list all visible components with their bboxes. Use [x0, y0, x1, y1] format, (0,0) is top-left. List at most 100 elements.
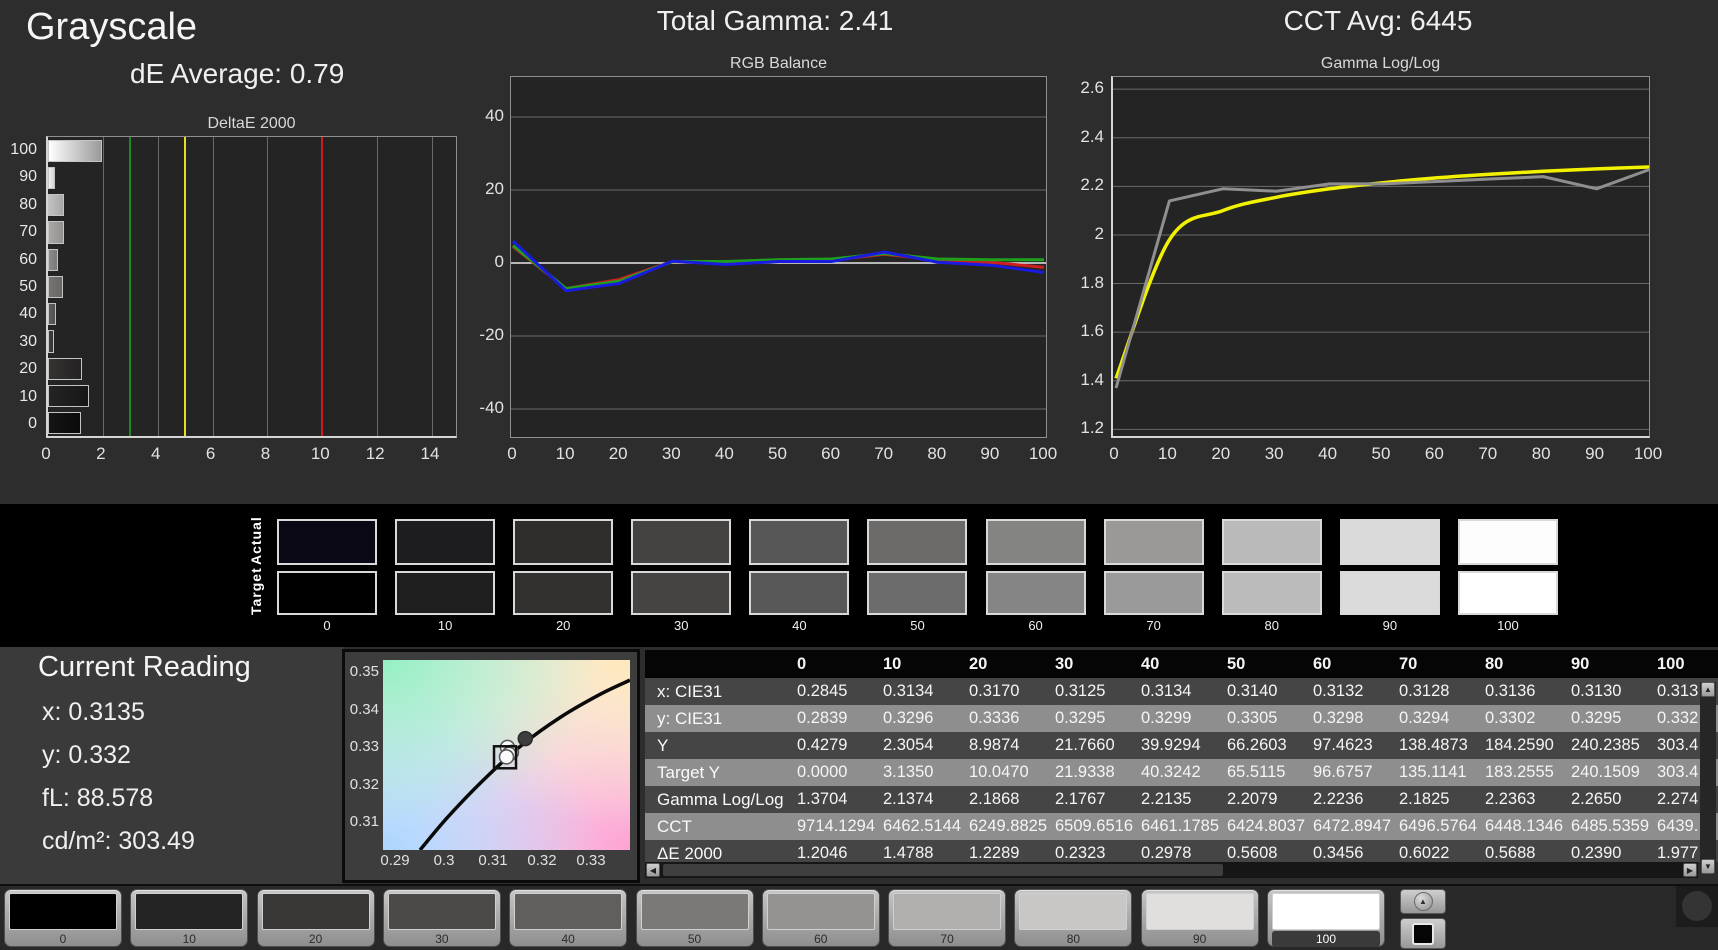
- x-tick-label: 6: [205, 444, 216, 463]
- x-tick-label: 0: [41, 444, 51, 463]
- swatch-level-label: 50: [910, 618, 925, 633]
- table-cell: 2.2650: [1571, 790, 1622, 808]
- table-cell: 0.2390: [1571, 844, 1622, 862]
- table-cell: 184.2590: [1485, 736, 1554, 754]
- pattern-button-100[interactable]: 100: [1267, 889, 1385, 947]
- table-cell: 0.3132: [1313, 682, 1364, 700]
- table-cell: 0.3170: [969, 682, 1020, 700]
- table-cell: 0.3294: [1399, 709, 1450, 727]
- x-tick-label: 90: [1585, 444, 1605, 463]
- pattern-button-60[interactable]: 60: [761, 889, 880, 947]
- target-swatch-30: [631, 571, 732, 615]
- swatch-column-0: 0: [277, 519, 377, 633]
- pattern-button-80[interactable]: 80: [1014, 889, 1133, 947]
- table-row-label: y: CIE31: [657, 709, 723, 728]
- x-tick-label: 30: [1264, 444, 1284, 463]
- table-cell: 96.6757: [1313, 763, 1373, 781]
- table-cell: 21.7660: [1055, 736, 1115, 754]
- pattern-button-20[interactable]: 20: [256, 889, 375, 947]
- table-horizontal-scrollbar[interactable]: ◀ ▶: [645, 862, 1698, 878]
- table-cell: 10.0470: [969, 763, 1029, 781]
- table-column-header: 70: [1399, 655, 1418, 673]
- swatch-level-label: 100: [1497, 618, 1519, 633]
- table-cell: 0.2845: [797, 682, 848, 700]
- table-row: x: CIE31 0.2845 0.3134 0.3170 0.3125 0.3134 0.…: [645, 678, 1718, 705]
- scroll-down-icon[interactable]: ▼: [1701, 859, 1715, 874]
- pattern-button-70[interactable]: 70: [888, 889, 1007, 947]
- table-cell: 0.3302: [1485, 709, 1536, 727]
- x-tick-label: 70: [874, 444, 894, 463]
- pattern-button-50[interactable]: 50: [635, 889, 754, 947]
- deltae-y-axis-labels: 100 90 80 70 60 50 40 30 20 10 0: [0, 136, 42, 438]
- pattern-button-40[interactable]: 40: [509, 889, 628, 947]
- scroll-right-icon[interactable]: ▶: [1683, 863, 1697, 877]
- x-tick-label: 4: [150, 444, 161, 463]
- pattern-button-90[interactable]: 90: [1140, 889, 1259, 947]
- pattern-swatch: [514, 893, 623, 930]
- deltae-chart-title: DeltaE 2000: [207, 115, 296, 132]
- swatch-level-label: 20: [555, 618, 571, 633]
- table-row-label: ΔE 2000: [657, 844, 723, 862]
- cie-chromaticity-chart: 0.35 0.34 0.33 0.32 0.31 0.29 0.3 0.31 0.32 0.33: [342, 649, 640, 883]
- table-cell: 2.1825: [1399, 790, 1450, 808]
- table-cell: 2.2079: [1227, 790, 1278, 808]
- reading-y-value: y: 0.332: [42, 741, 131, 769]
- y-tick-label: 2.6: [1080, 78, 1104, 98]
- swatch-columns: 0 10 20 30 40 50 60 70 80 90 100: [277, 519, 1558, 633]
- pattern-up-button[interactable]: ▲: [1400, 889, 1446, 914]
- scroll-up-icon[interactable]: ▲: [1701, 682, 1715, 697]
- y-tick-label: -20: [479, 325, 504, 344]
- table-cell: 0.3140: [1227, 682, 1278, 700]
- deltae-bar-100: [48, 139, 103, 162]
- current-reading-title: Current Reading: [38, 651, 251, 683]
- swatch-column-60: 60: [985, 519, 1086, 633]
- status-light: [1682, 891, 1712, 921]
- table-column-header: 60: [1313, 655, 1332, 673]
- total-gamma-readout: Total Gamma: 2.41: [656, 5, 894, 36]
- pattern-window-button[interactable]: [1400, 918, 1446, 949]
- table-row: Target Y 0.0000 3.1350 10.0470 21.9338 40.324…: [645, 759, 1718, 786]
- cie-x-tick-label: 0.3: [433, 852, 455, 869]
- pattern-button-30[interactable]: 30: [382, 889, 501, 947]
- reading-fl-value: fL: 88.578: [42, 784, 154, 812]
- deltae-bar-0: [48, 412, 81, 435]
- y-tick-label: 2: [1094, 223, 1104, 243]
- pattern-label: 100: [1272, 931, 1380, 947]
- table-row-label: x: CIE31: [657, 682, 723, 701]
- x-tick-label: 10: [310, 444, 330, 463]
- x-tick-label: 100: [1028, 444, 1058, 463]
- cie-y-tick-label: 0.34: [349, 700, 379, 718]
- gridline: [267, 137, 269, 436]
- table-cell: 0.3295: [1055, 709, 1106, 727]
- x-tick-label: 80: [1531, 444, 1551, 463]
- table-column-header: 50: [1227, 655, 1246, 673]
- x-tick-label: 100: [1633, 444, 1663, 463]
- y-tick-label: 40: [485, 106, 504, 125]
- pattern-button-0[interactable]: 0: [4, 889, 122, 947]
- scroll-left-icon[interactable]: ◀: [646, 863, 660, 877]
- actual-swatch-70: [1103, 519, 1204, 565]
- target-swatch-20: [513, 571, 614, 615]
- table-vertical-scrollbar[interactable]: ▲ ▼: [1700, 682, 1716, 874]
- swatch-comparison-band: Actual Target 0 10 20 30 40 50 60 70 80 90 100: [0, 504, 1718, 647]
- table-cell: 2.1374: [883, 790, 934, 808]
- x-tick-label: 50: [768, 444, 787, 463]
- table-cell: 65.5115: [1227, 763, 1286, 781]
- y-tick-label: 2.2: [1080, 175, 1104, 195]
- swatch-level-label: 80: [1264, 618, 1279, 633]
- table-cell: 6509.6516: [1055, 817, 1133, 835]
- gridline: [432, 137, 434, 436]
- swatch-level-label: 70: [1146, 618, 1161, 633]
- scrollbar-thumb[interactable]: [663, 864, 1223, 876]
- deltae-bar-50: [48, 275, 64, 299]
- page-title: Grayscale: [26, 6, 198, 48]
- table-cell: 6424.8037: [1227, 817, 1305, 835]
- x-tick-label: 40: [714, 444, 734, 463]
- table-cell: 6448.1346: [1485, 817, 1563, 835]
- pattern-swatch: [261, 893, 370, 930]
- pattern-button-10[interactable]: 10: [130, 889, 249, 947]
- table-cell: 0.3136: [1485, 682, 1536, 700]
- target-swatch-50: [867, 571, 968, 615]
- table-cell: 2.2363: [1485, 790, 1536, 808]
- table-cell: 2.3054: [883, 736, 934, 754]
